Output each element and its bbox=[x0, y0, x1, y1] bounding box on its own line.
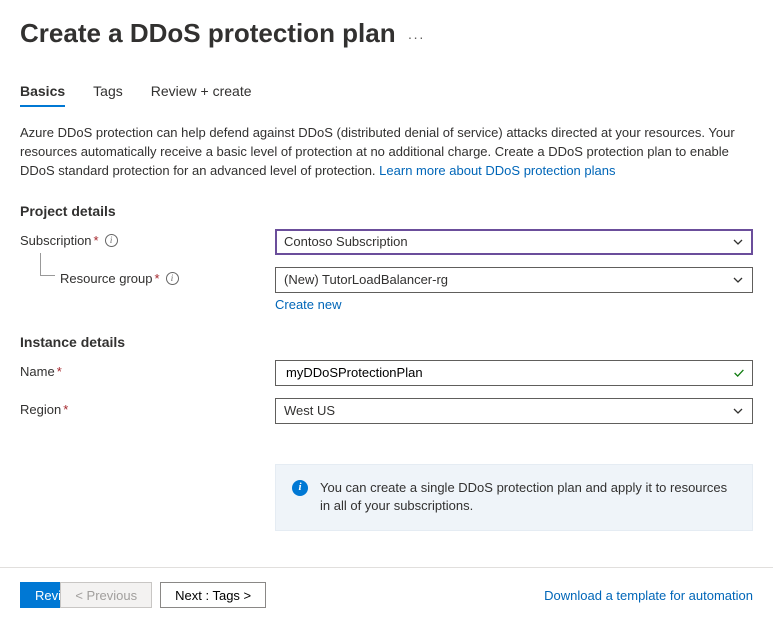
name-label: Name * bbox=[20, 360, 275, 379]
tab-review-create[interactable]: Review + create bbox=[151, 83, 252, 107]
subscription-label: Subscription * i bbox=[20, 229, 275, 248]
resource-group-select[interactable]: (New) TutorLoadBalancer-rg bbox=[275, 267, 753, 293]
chevron-down-icon bbox=[732, 405, 744, 417]
info-icon: i bbox=[292, 480, 308, 496]
next-button[interactable]: Next : Tags > bbox=[160, 582, 266, 608]
chevron-down-icon bbox=[732, 236, 744, 248]
required-asterisk: * bbox=[94, 233, 99, 248]
learn-more-link[interactable]: Learn more about DDoS protection plans bbox=[379, 163, 615, 178]
required-asterisk: * bbox=[155, 271, 160, 286]
required-asterisk: * bbox=[63, 402, 68, 417]
check-icon bbox=[732, 366, 746, 380]
chevron-down-icon bbox=[732, 274, 744, 286]
instance-details-heading: Instance details bbox=[20, 334, 753, 350]
ellipsis-icon[interactable]: ··· bbox=[408, 23, 425, 45]
region-label: Region * bbox=[20, 398, 275, 417]
info-callout: i You can create a single DDoS protectio… bbox=[275, 464, 753, 532]
page-title: Create a DDoS protection plan bbox=[20, 18, 396, 49]
resource-group-label: Resource group * i bbox=[20, 267, 275, 286]
create-new-link[interactable]: Create new bbox=[275, 297, 341, 312]
previous-button: < Previous bbox=[60, 582, 152, 608]
tab-basics[interactable]: Basics bbox=[20, 83, 65, 107]
info-icon[interactable]: i bbox=[105, 234, 118, 247]
page-header: Create a DDoS protection plan ··· bbox=[20, 18, 753, 49]
name-input[interactable] bbox=[275, 360, 753, 386]
info-icon[interactable]: i bbox=[166, 272, 179, 285]
project-details-heading: Project details bbox=[20, 203, 753, 219]
tab-tags[interactable]: Tags bbox=[93, 83, 123, 107]
intro-body: Azure DDoS protection can help defend ag… bbox=[20, 125, 735, 178]
footer-bar: Review + create < Previous Next : Tags >… bbox=[0, 567, 773, 622]
info-callout-text: You can create a single DDoS protection … bbox=[320, 479, 736, 517]
download-template-link[interactable]: Download a template for automation bbox=[544, 588, 753, 603]
tab-strip: Basics Tags Review + create bbox=[20, 83, 753, 108]
intro-text: Azure DDoS protection can help defend ag… bbox=[20, 124, 753, 181]
subscription-select[interactable]: Contoso Subscription bbox=[275, 229, 753, 255]
required-asterisk: * bbox=[57, 364, 62, 379]
region-select[interactable]: West US bbox=[275, 398, 753, 424]
